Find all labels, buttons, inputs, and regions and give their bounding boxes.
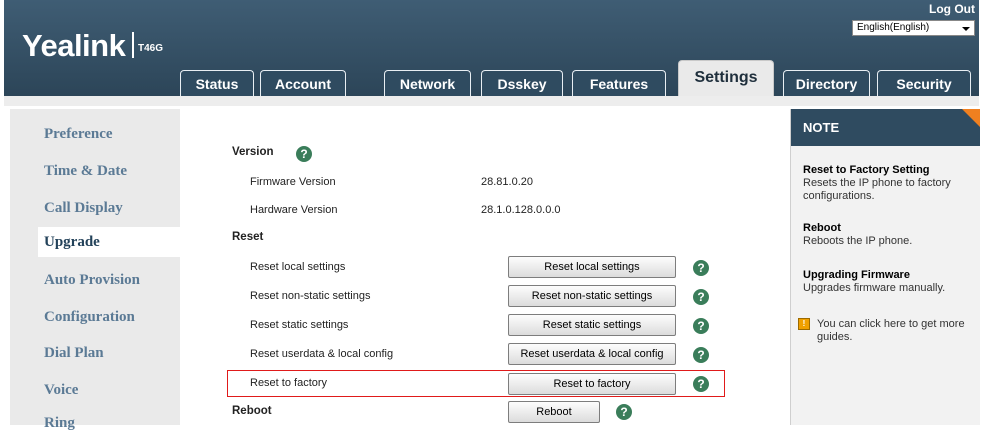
reset-non-static-settings-label: Reset non-static settings bbox=[250, 290, 371, 302]
reset-static-settings-button[interactable]: Reset static settings bbox=[508, 314, 676, 336]
sidebar-item-ring[interactable]: Ring bbox=[44, 415, 75, 432]
sidebar-item-upgrade[interactable]: Upgrade bbox=[38, 227, 180, 257]
tab-network[interactable]: Network bbox=[384, 70, 471, 96]
note-item-text: Upgrades firmware manually. bbox=[803, 282, 946, 294]
note-item-text: Reboots the IP phone. bbox=[803, 235, 913, 247]
reset-to-factory-label: Reset to factory bbox=[250, 377, 328, 389]
sidebar-item-call-display[interactable]: Call Display bbox=[44, 200, 123, 217]
reset-local-settings-button[interactable]: Reset local settings bbox=[508, 256, 676, 278]
reboot-section-title: Reboot bbox=[232, 405, 272, 417]
reset-local-settings-label: Reset local settings bbox=[250, 261, 346, 273]
note-item-title: Reset to Factory Setting bbox=[803, 164, 930, 176]
tab-features[interactable]: Features bbox=[572, 70, 666, 96]
tab-security[interactable]: Security bbox=[877, 70, 971, 96]
note-item-text: Resets the IP phone to factory configura… bbox=[803, 177, 951, 202]
logo-separator bbox=[132, 32, 134, 58]
tab-directory[interactable]: Directory bbox=[783, 70, 870, 96]
tab-settings[interactable]: Settings bbox=[678, 60, 774, 98]
chevron-down-icon bbox=[962, 27, 970, 31]
reboot-button[interactable]: Reboot bbox=[508, 401, 600, 423]
model-label: T46G bbox=[138, 43, 164, 54]
tab-status[interactable]: Status bbox=[180, 70, 254, 96]
help-icon[interactable]: ? bbox=[693, 347, 709, 363]
sidebar-item-dial-plan[interactable]: Dial Plan bbox=[44, 345, 104, 362]
reset-non-static-settings-button[interactable]: Reset non-static settings bbox=[508, 285, 676, 307]
help-icon[interactable]: ? bbox=[296, 146, 312, 162]
help-icon[interactable]: ? bbox=[616, 404, 632, 420]
note-item-title: Reboot bbox=[803, 222, 841, 234]
hardware-version-value: 28.1.0.128.0.0.0 bbox=[481, 204, 561, 216]
reset-userdata-local-config-label: Reset userdata & local config bbox=[250, 348, 394, 360]
guide-icon: ! bbox=[798, 318, 810, 330]
reset-static-settings-label: Reset static settings bbox=[250, 319, 349, 331]
help-icon[interactable]: ? bbox=[693, 289, 709, 305]
note-panel: NOTE Reset to Factory Setting Resets the… bbox=[790, 109, 980, 425]
sidebar-item-time-date[interactable]: Time & Date bbox=[44, 163, 127, 180]
note-corner-accent bbox=[962, 109, 980, 127]
firmware-version-value: 28.81.0.20 bbox=[481, 176, 533, 188]
header-bar: Yealink T46G Log Out English(English) St… bbox=[4, 0, 979, 98]
sidebar-item-voice[interactable]: Voice bbox=[44, 382, 78, 399]
help-icon[interactable]: ? bbox=[693, 260, 709, 276]
firmware-version-label: Firmware Version bbox=[250, 176, 336, 188]
reset-to-factory-button[interactable]: Reset to factory bbox=[508, 373, 676, 395]
logout-link[interactable]: Log Out bbox=[929, 2, 975, 16]
language-value: English(English) bbox=[857, 22, 930, 33]
guide-link[interactable]: You can click here to get more guides. bbox=[817, 318, 967, 344]
sidebar: Preference Time & Date Call Display Upgr… bbox=[10, 109, 180, 431]
tab-dsskey[interactable]: Dsskey bbox=[481, 70, 563, 96]
help-icon[interactable]: ? bbox=[693, 376, 709, 392]
note-title: NOTE bbox=[791, 109, 980, 146]
help-icon[interactable]: ? bbox=[693, 318, 709, 334]
sidebar-item-preference[interactable]: Preference bbox=[44, 126, 113, 143]
tab-account[interactable]: Account bbox=[260, 70, 346, 96]
note-item-title: Upgrading Firmware bbox=[803, 269, 910, 281]
sidebar-item-label: Upgrade bbox=[44, 234, 100, 250]
sidebar-item-configuration[interactable]: Configuration bbox=[44, 309, 135, 326]
sidebar-item-auto-provision[interactable]: Auto Provision bbox=[44, 272, 140, 289]
brand-logo: Yealink bbox=[22, 28, 126, 63]
language-select[interactable]: English(English) bbox=[852, 20, 975, 36]
hardware-version-label: Hardware Version bbox=[250, 204, 338, 216]
header-stripe bbox=[4, 96, 979, 106]
version-section-title: Version bbox=[232, 146, 274, 158]
web-ui-frame: Yealink T46G Log Out English(English) St… bbox=[4, 0, 980, 431]
reset-section-title: Reset bbox=[232, 231, 264, 243]
reset-userdata-local-config-button[interactable]: Reset userdata & local config bbox=[508, 343, 676, 365]
